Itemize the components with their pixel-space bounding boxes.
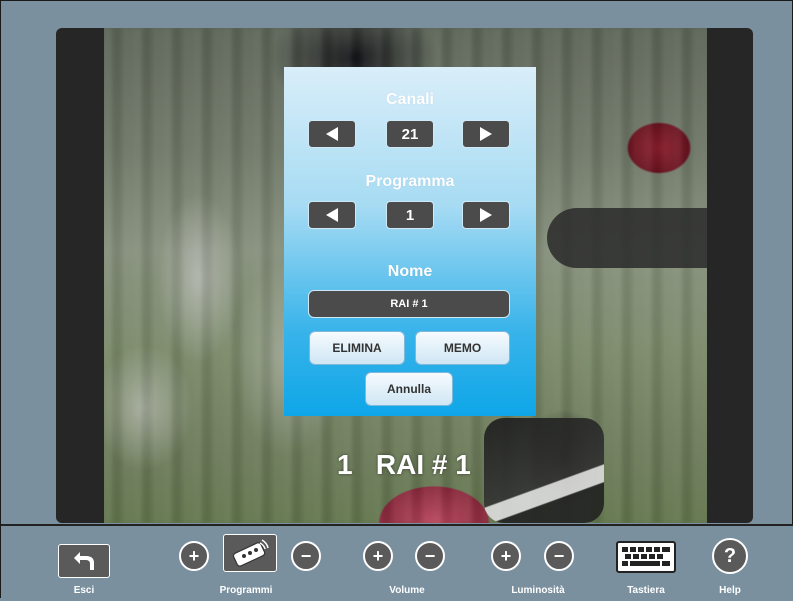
video-player-leg <box>484 418 604 523</box>
canali-next-button[interactable] <box>462 120 510 148</box>
memo-button[interactable]: MEMO <box>415 331 510 365</box>
esci-label: Esci <box>73 585 95 596</box>
canali-value: 21 <box>386 120 434 148</box>
back-arrow-icon <box>74 552 94 570</box>
volume-minus-button[interactable]: − <box>415 541 445 571</box>
nome-field[interactable]: RAI # 1 <box>308 290 510 318</box>
channel-tuning-panel: Canali 21 Programma 1 Nome RAI # 1 ELIMI… <box>284 67 536 416</box>
volume-plus-button[interactable]: + <box>363 541 393 571</box>
volume-label: Volume <box>389 585 425 596</box>
tastiera-button[interactable] <box>614 540 678 574</box>
video-player-arm <box>547 208 707 268</box>
canali-label: Canali <box>385 91 434 108</box>
bottom-toolbar: Esci + − Programmi + − Volume + − Lumino… <box>1 524 793 601</box>
arrow-left-icon <box>326 208 338 222</box>
programmi-label: Programmi <box>219 585 273 596</box>
tastiera-label: Tastiera <box>627 585 665 596</box>
programmi-minus-button[interactable]: − <box>291 541 321 571</box>
luminosita-minus-button[interactable]: − <box>544 541 574 571</box>
help-button[interactable]: ? <box>712 538 748 574</box>
programma-next-button[interactable] <box>462 201 510 229</box>
canali-prev-button[interactable] <box>308 120 356 148</box>
help-label: Help <box>719 585 741 596</box>
programma-value: 1 <box>386 201 434 229</box>
arrow-right-icon <box>480 127 492 141</box>
annulla-button[interactable]: Annulla <box>365 372 453 406</box>
elimina-button[interactable]: ELIMINA <box>309 331 405 365</box>
arrow-left-icon <box>326 127 338 141</box>
arrow-right-icon <box>480 208 492 222</box>
keyboard-icon <box>616 541 676 573</box>
luminosita-label: Luminosità <box>511 585 565 596</box>
programma-label: Programma <box>365 173 455 190</box>
nome-label: Nome <box>387 263 433 280</box>
programma-prev-button[interactable] <box>308 201 356 229</box>
esci-button[interactable] <box>58 544 110 578</box>
programmi-remote-button[interactable] <box>223 534 277 572</box>
app-frame: Canali 21 Programma 1 Nome RAI # 1 ELIMI… <box>0 0 793 601</box>
channel-caption: 1 RAI # 1 <box>337 449 471 480</box>
remote-control-icon <box>232 539 269 567</box>
luminosita-plus-button[interactable]: + <box>491 541 521 571</box>
programmi-plus-button[interactable]: + <box>179 541 209 571</box>
